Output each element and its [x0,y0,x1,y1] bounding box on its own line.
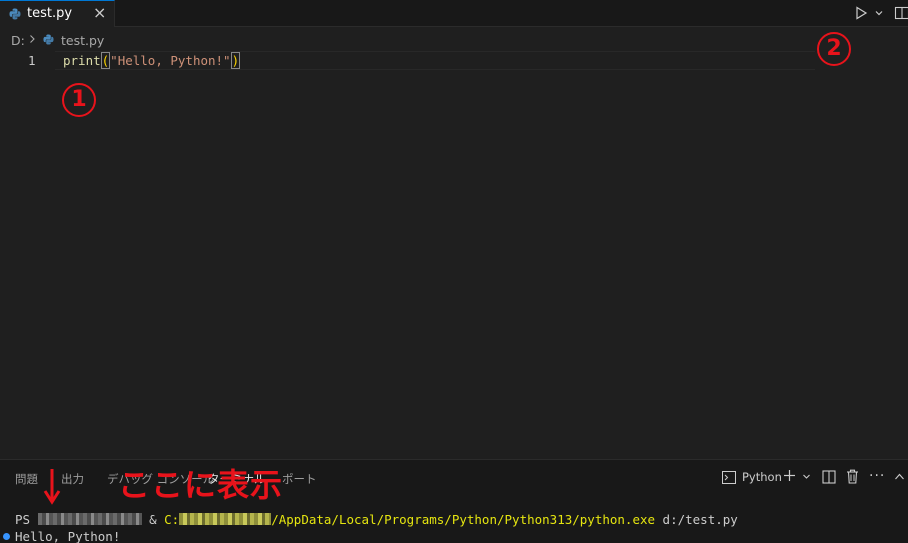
split-terminal-icon[interactable] [822,470,836,484]
python-icon [43,34,54,45]
chevron-down-icon[interactable] [802,472,811,481]
run-icon[interactable] [854,6,868,20]
code-string: "Hello, Python!" [110,53,231,68]
code-function: print [63,53,101,68]
terminal-output: Hello, Python! [15,529,121,543]
chevron-down-icon[interactable] [874,8,884,18]
code-line[interactable]: print("Hello, Python!") [63,52,241,69]
trash-icon[interactable] [846,469,859,484]
code-open-paren: ( [100,52,111,69]
terminal-argument: d:/test.py [655,512,738,527]
terminal-icon [722,471,736,484]
split-editor-icon[interactable] [894,5,908,21]
tab-label: test.py [27,6,73,21]
code-editor[interactable]: 1 print("Hello, Python!") [0,50,908,458]
breadcrumb: D: test.py [0,28,908,50]
terminal-prompt: PS [15,512,38,527]
annotation-arrow-icon [43,469,61,505]
code-close-paren: ) [230,52,241,69]
redacted-path [179,513,272,525]
more-actions-icon[interactable]: ··· [869,469,885,483]
terminal-exe-path: /AppData/Local/Programs/Python/Python313… [271,512,656,527]
redacted-username [37,513,142,525]
chevron-up-icon[interactable] [894,472,905,481]
chevron-right-icon [30,35,35,43]
close-icon[interactable]: × [93,4,106,22]
editor-tab-bar: test.py × [0,0,908,27]
terminal-drive: C: [164,512,180,527]
annotation-circle-2: 2 [817,32,851,66]
tab-output[interactable]: 出力 [61,471,84,487]
terminal-ampersand: & [141,512,165,527]
tab-problems[interactable]: 問題 [15,471,38,487]
tab-ports[interactable]: ポート [282,471,317,487]
tab-test-py[interactable]: test.py × [0,0,115,27]
terminal-name: Python [742,470,782,484]
python-icon [9,8,21,20]
line-number: 1 [28,53,36,68]
annotation-circle-1: 1 [62,83,96,117]
breadcrumb-file[interactable]: test.py [61,33,104,48]
annotation-caption: ここに表示 [118,466,284,504]
terminal-command-line[interactable]: PS & C: /AppData/Local/Programs/Python/Py… [15,512,738,527]
plus-icon[interactable] [783,469,796,482]
command-status-dot [3,533,10,540]
breadcrumb-drive[interactable]: D: [11,33,25,48]
